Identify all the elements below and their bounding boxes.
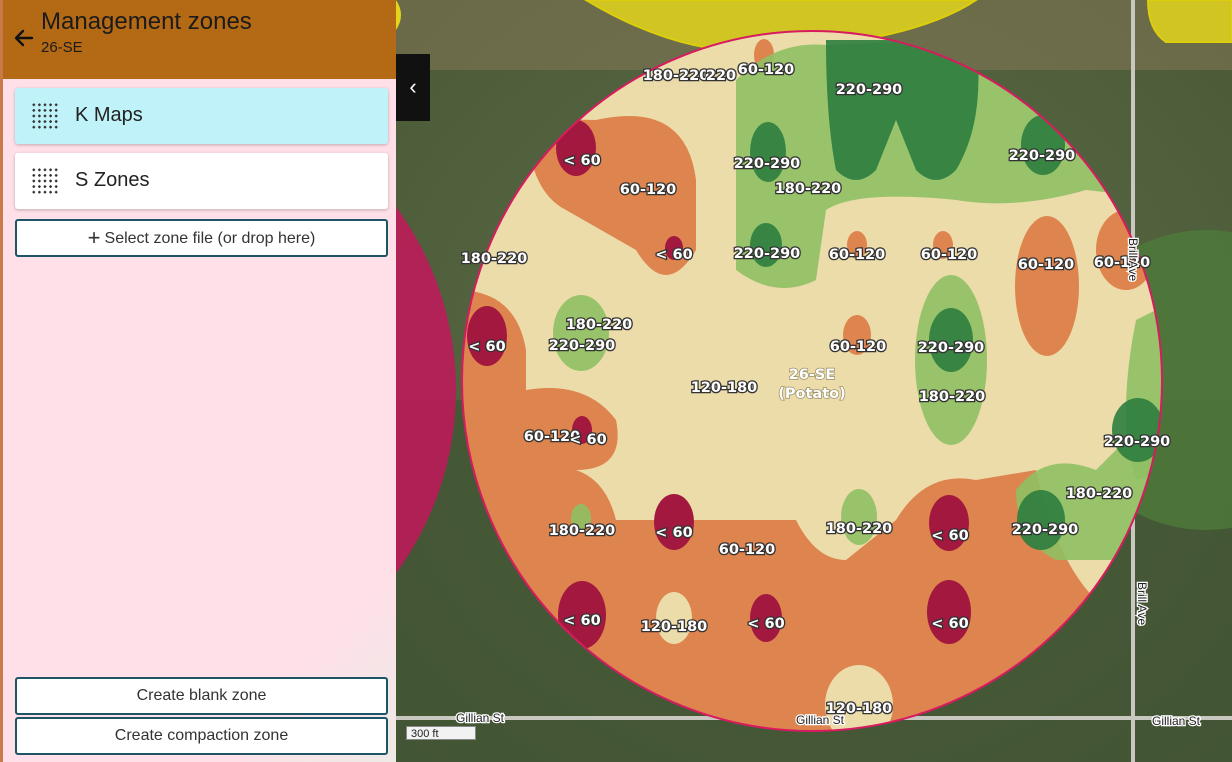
page-title: Management zones <box>41 8 252 35</box>
plus-icon: + <box>87 225 101 250</box>
zone-label: 60-120 <box>1094 255 1150 271</box>
road-label: Gillian St <box>456 711 505 725</box>
zone-label: < 60 <box>747 616 784 632</box>
zone-label: 220-290 <box>734 156 801 172</box>
zone-220-290-north-2 <box>750 122 786 182</box>
road-label: Gillian St <box>1152 714 1201 728</box>
create-compaction-zone-button[interactable]: Create compaction zone <box>15 717 388 755</box>
road-label: Brill Ave <box>1126 238 1140 281</box>
zone-label: < 60 <box>468 339 505 355</box>
zone-label: 180-220 <box>1066 486 1133 502</box>
zone-label: 60-120 <box>620 182 676 198</box>
zone-label: 60-120 <box>829 247 885 263</box>
zone-label: < 60 <box>931 616 968 632</box>
collapse-panel-button[interactable]: ‹ <box>396 54 430 121</box>
zone-label: 120-180 <box>641 619 708 635</box>
zone-label: < 60 <box>563 613 600 629</box>
zone-label: 180-220 <box>775 181 842 197</box>
zone-label: 180-220 <box>566 317 633 333</box>
chevron-left-icon: ‹ <box>409 74 417 99</box>
zone-label: 220-290 <box>1012 522 1079 538</box>
zone-label: < 60 <box>563 153 600 169</box>
zone-label: 180-220 <box>461 251 528 267</box>
zone-label: 220-290 <box>643 74 710 90</box>
select-zone-file-label: Select zone file (or drop here) <box>104 230 316 247</box>
dot-grid-icon <box>31 102 59 130</box>
zone-label: < 60 <box>655 247 692 263</box>
zone-label: 220 <box>706 68 736 84</box>
zone-card-s-zones[interactable]: S Zones <box>15 153 388 209</box>
zone-label: 60-120 <box>719 542 775 558</box>
arrow-left-icon[interactable] <box>12 26 36 50</box>
zone-card-label: K Maps <box>75 104 143 126</box>
zone-under-60 <box>654 494 694 550</box>
zone-220-290-southeast <box>1017 490 1065 550</box>
zone-label: 180-220 <box>826 521 893 537</box>
zone-under-60 <box>467 306 507 366</box>
zone-under-60 <box>927 580 971 644</box>
zone-label: 60-120 <box>1018 257 1074 273</box>
zone-label: 220-290 <box>836 82 903 98</box>
zone-180-220-west <box>553 295 609 371</box>
field-name-label: 26-SE <box>789 367 836 383</box>
road-label: Brill Ave <box>1135 582 1149 625</box>
zone-60-120-east <box>1015 216 1079 356</box>
zone-label: 220-290 <box>918 340 985 356</box>
zone-label: 220-290 <box>1009 148 1076 164</box>
map-canvas[interactable]: 180-220 220-290 220 60-120 220-290 < 60 … <box>396 0 1232 762</box>
zone-label: 220-290 <box>549 338 616 354</box>
zone-card-k-maps[interactable]: K Maps <box>15 88 388 144</box>
field-map[interactable]: 180-220 220-290 220 60-120 220-290 < 60 … <box>396 0 1232 762</box>
zone-label: < 60 <box>931 528 968 544</box>
zone-card-label: S Zones <box>75 169 150 191</box>
zone-120-180-pocket <box>656 592 692 644</box>
zone-label: 220-290 <box>1104 434 1171 450</box>
zone-label: 220-290 <box>734 246 801 262</box>
road-label: Gillian St <box>796 713 845 727</box>
zone-label: 60-120 <box>738 62 794 78</box>
zone-label: 60-120 <box>830 339 886 355</box>
dot-grid-icon <box>31 167 59 195</box>
zone-label: < 60 <box>655 525 692 541</box>
zone-label: < 60 <box>569 432 606 448</box>
zone-label: 120-180 <box>691 380 758 396</box>
map-scale-bar: 300 ft <box>406 726 476 740</box>
select-zone-file-button[interactable]: + Select zone file (or drop here) <box>15 219 388 257</box>
sidebar-header: Management zones 26-SE <box>3 0 399 79</box>
neighbor-zone-northeast <box>1146 0 1232 43</box>
crop-label: (Potato) <box>778 386 845 402</box>
zone-label: 180-220 <box>919 389 986 405</box>
zone-label: 180-220 <box>549 523 616 539</box>
create-blank-zone-button[interactable]: Create blank zone <box>15 677 388 715</box>
zones-sidebar: Management zones 26-SE K Maps S Zones + S… <box>0 0 399 762</box>
field-subtitle: 26-SE <box>41 39 83 56</box>
zone-label: 60-120 <box>921 247 977 263</box>
